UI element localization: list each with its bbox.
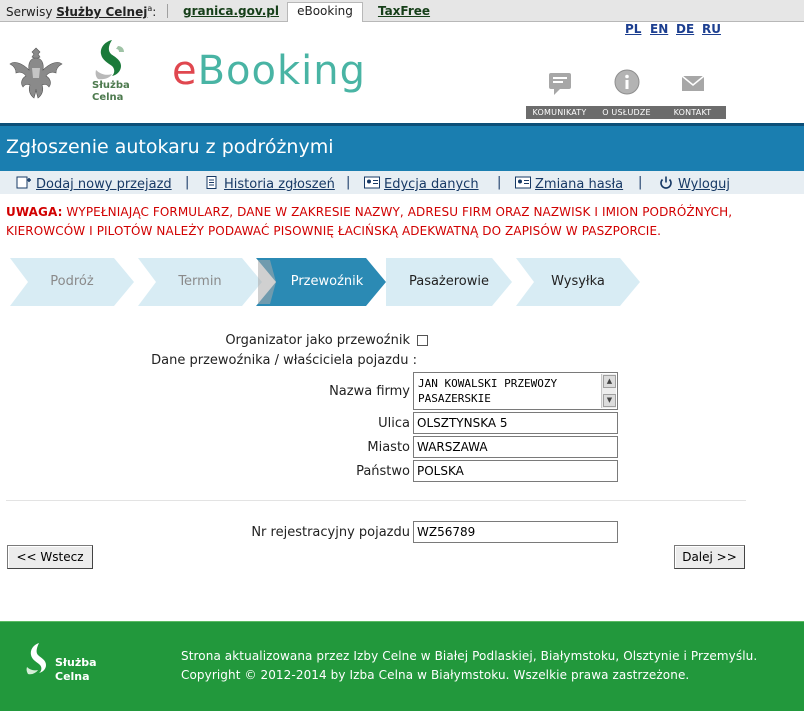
footer-text: Strona aktualizowana przez Izby Celne w …	[181, 647, 757, 685]
about-button[interactable]: O USŁUDZE	[593, 69, 660, 119]
service-bar: Serwisy Służby Celneja: granica.gov.pl e…	[0, 0, 804, 23]
country-label: Państwo	[356, 464, 410, 479]
step-label: Podróż	[50, 274, 94, 289]
warning-text: WYPEŁNIAJĄC FORMULARZ, DANE W ZAKRESIE N…	[6, 205, 733, 238]
nav-edit-data-label: Edycja danych	[384, 177, 479, 192]
footer-logo-line-2: Celna	[55, 670, 90, 683]
footer-line-1: Strona aktualizowana przez Izby Celne w …	[181, 649, 758, 663]
nav-history-label: Historia zgłoszeń	[224, 177, 335, 192]
nav-logout-label: Wyloguj	[678, 177, 730, 192]
nav-separator: |	[638, 175, 643, 190]
sluzba-celna-logo-text: Służba Celna	[92, 80, 130, 104]
mail-icon	[681, 75, 705, 91]
power-icon	[660, 176, 672, 189]
step-label: Wysyłka	[551, 274, 605, 289]
service-colon: :	[152, 5, 157, 19]
city-label: Miasto	[367, 440, 410, 455]
service-tab-taxfree[interactable]: TaxFree	[374, 3, 434, 22]
footer-logo-line-1: Służba	[55, 656, 97, 669]
message-icon	[549, 73, 571, 95]
app-logo-rest: Booking	[197, 48, 367, 94]
header: Służba Celna eBooking PL EN DE RU KOMUNI…	[0, 22, 804, 123]
service-divider	[167, 4, 168, 18]
step-termin: Termin	[138, 258, 262, 306]
document-icon	[206, 176, 217, 189]
info-icon	[614, 69, 640, 95]
nav-change-password-label: Zmiana hasła	[535, 177, 624, 192]
nav-separator: |	[185, 175, 190, 190]
warning-message: UWAGA: WYPEŁNIAJĄC FORMULARZ, DANE W ZAK…	[6, 203, 796, 241]
contact-button[interactable]: KONTAKT	[659, 69, 726, 119]
nav-add-trip[interactable]: Dodaj nowy przejazd	[16, 176, 172, 192]
nav-add-trip-label: Dodaj nowy przejazd	[36, 177, 172, 192]
country-input[interactable]	[413, 460, 618, 482]
next-button[interactable]: Dalej >>	[674, 545, 745, 569]
organizer-label: Organizator jako przewoźnik	[225, 333, 410, 348]
lang-pl[interactable]: PL	[625, 22, 641, 36]
lang-ru[interactable]: RU	[702, 22, 721, 36]
form-divider	[6, 500, 746, 501]
wizard-steps: Podróż Termin Przewoźnik Pasażerowie Wys…	[10, 258, 650, 306]
carrier-section-label: Dane przewoźnika / właściciela pojazdu :	[151, 353, 417, 368]
messages-button-label: KOMUNIKATY	[526, 106, 593, 119]
step-label: Termin	[178, 274, 222, 289]
nav-edit-data[interactable]: Edycja danych	[364, 176, 479, 192]
step-pasazerowie: Pasażerowie	[386, 258, 512, 306]
step-przewoznik: Przewoźnik	[256, 258, 386, 306]
footer-logo-text: Służba Celna	[55, 656, 97, 684]
nav-separator: |	[346, 175, 351, 190]
footer-line-2: Copyright © 2012-2014 by Izba Celna w Bi…	[181, 668, 690, 682]
registration-input[interactable]	[413, 521, 618, 543]
textarea-scrollbar[interactable]: ▲ ▼	[601, 374, 616, 408]
eagle-emblem-icon	[9, 47, 63, 99]
app-logo-e: e	[172, 48, 198, 94]
id-card-icon	[364, 176, 380, 189]
city-input[interactable]	[413, 436, 618, 458]
title-bar: Zgłoszenie autokaru z podróżnymi Dodaj n…	[0, 123, 804, 194]
messages-button[interactable]: KOMUNIKATY	[526, 69, 593, 119]
footer: Służba Celna Strona aktualizowana przez …	[0, 621, 804, 711]
service-tab-granica[interactable]: granica.gov.pl	[183, 3, 279, 22]
nav-history[interactable]: Historia zgłoszeń	[204, 176, 335, 192]
id-card-icon	[515, 176, 531, 189]
footer-logo-icon	[26, 643, 46, 675]
page-title: Zgłoszenie autokaru z podróżnymi	[6, 136, 334, 158]
logo-line-1: Służba	[92, 80, 130, 91]
nav-change-password[interactable]: Zmiana hasła	[515, 176, 623, 192]
step-wysylka: Wysyłka	[516, 258, 640, 306]
step-label: Przewoźnik	[290, 274, 364, 289]
company-label: Nazwa firmy	[329, 384, 410, 399]
company-textarea[interactable]: JAN KOWALSKI PRZEWOZY PASAZERSKIE ▲ ▼	[413, 372, 618, 410]
service-prefix: Serwisy	[6, 5, 53, 19]
nav-logout[interactable]: Wyloguj	[658, 176, 730, 192]
contact-button-label: KONTAKT	[659, 106, 726, 119]
company-value: JAN KOWALSKI PRZEWOZY PASAZERSKIE	[418, 377, 564, 405]
logo-line-2: Celna	[92, 92, 124, 103]
registration-label: Nr rejestracyjny pojazdu	[251, 525, 410, 540]
service-bar-label: Serwisy Służby Celneja:	[6, 4, 156, 19]
service-brand-link[interactable]: Służby Celnej	[56, 5, 147, 19]
add-icon	[16, 176, 31, 189]
main-nav: Dodaj nowy przejazd | Historia zgłoszeń …	[0, 171, 804, 194]
lang-de[interactable]: DE	[676, 22, 694, 36]
organizer-checkbox[interactable]	[417, 335, 428, 346]
nav-separator: |	[497, 175, 502, 190]
scroll-up-icon[interactable]: ▲	[603, 375, 616, 388]
service-tab-ebooking[interactable]: eBooking	[287, 2, 363, 23]
scroll-down-icon[interactable]: ▼	[603, 394, 616, 407]
step-podroz: Podróż	[10, 258, 134, 306]
street-label: Ulica	[378, 416, 410, 431]
street-input[interactable]	[413, 412, 618, 434]
lang-en[interactable]: EN	[650, 22, 668, 36]
app-logo: eBooking	[172, 48, 366, 94]
about-button-label: O USŁUDZE	[593, 106, 660, 119]
back-button[interactable]: << Wstecz	[7, 545, 93, 569]
warning-label: UWAGA:	[6, 205, 63, 219]
step-label: Pasażerowie	[408, 274, 490, 289]
